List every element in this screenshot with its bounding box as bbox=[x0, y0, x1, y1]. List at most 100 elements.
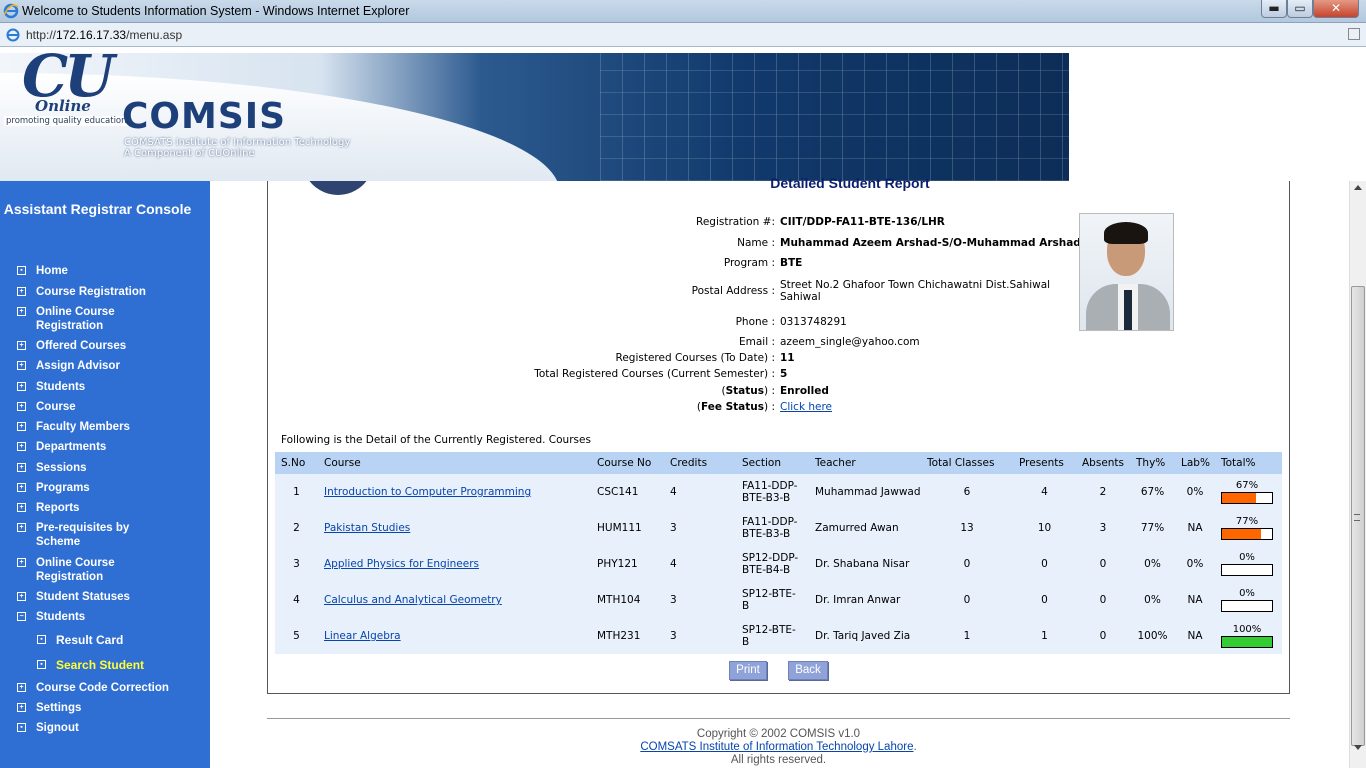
row-course: Pakistan Studies bbox=[318, 510, 591, 546]
col-header: Presents bbox=[1013, 452, 1076, 474]
sidebar-item-programs[interactable]: + Programs bbox=[17, 481, 186, 495]
scroll-up-icon[interactable] bbox=[1354, 185, 1362, 190]
item-icon: ▪ bbox=[37, 660, 46, 669]
sidebar-item-prerequisites-by-scheme[interactable]: + Pre-requisites by Scheme bbox=[17, 521, 146, 549]
row-teacher: Dr. Imran Anwar bbox=[809, 582, 921, 618]
institution-link[interactable]: COMSATS Institute of Information Technol… bbox=[640, 741, 913, 753]
sidebar-subitem-search-student[interactable]: ▪ Search Student bbox=[37, 658, 206, 672]
col-header: Total Classes bbox=[921, 452, 1013, 474]
row-presents: 10 bbox=[1013, 510, 1076, 546]
compatibility-view-icon[interactable] bbox=[1348, 28, 1360, 40]
url-text[interactable]: http://172.16.17.33/menu.asp bbox=[26, 28, 182, 42]
row-teacher: Dr. Tariq Javed Zia bbox=[809, 618, 921, 654]
course-link[interactable]: Calculus and Analytical Geometry bbox=[324, 594, 502, 606]
scroll-down-icon[interactable] bbox=[1354, 745, 1362, 750]
col-header: Credits bbox=[664, 452, 736, 474]
progress-bar bbox=[1221, 564, 1273, 576]
sidebar-item-departments[interactable]: + Departments bbox=[17, 440, 186, 454]
progress-bar bbox=[1221, 492, 1273, 504]
sidebar-item-faculty-members[interactable]: + Faculty Members bbox=[17, 420, 186, 434]
row-course-no: MTH104 bbox=[591, 582, 664, 618]
progress-bar bbox=[1221, 600, 1273, 612]
sidebar-item-course-code-correction[interactable]: + Course Code Correction bbox=[17, 681, 186, 695]
sidebar-item-settings[interactable]: + Settings bbox=[17, 701, 186, 715]
row-absents: 2 bbox=[1076, 474, 1130, 510]
total-percent-label: 0% bbox=[1239, 588, 1255, 599]
sidebar-item-student-statuses[interactable]: + Student Statuses bbox=[17, 590, 186, 604]
row-thy: 77% bbox=[1130, 510, 1175, 546]
phone-value: 0313748291 bbox=[780, 316, 847, 328]
row-serial: 4 bbox=[275, 582, 318, 618]
row-course: Calculus and Analytical Geometry bbox=[318, 582, 591, 618]
fee-status-link[interactable]: Click here bbox=[780, 401, 832, 413]
section-line: BTE-B3-B bbox=[742, 492, 791, 504]
status-label: (Status) : bbox=[721, 385, 775, 397]
sidebar-item-sessions[interactable]: + Sessions bbox=[17, 461, 186, 475]
sidebar-item-students[interactable]: + Students bbox=[17, 380, 186, 394]
course-link[interactable]: Linear Algebra bbox=[324, 630, 401, 642]
total-percent-label: 77% bbox=[1235, 516, 1259, 527]
sidebar-item-online-course-registration-2[interactable]: + Online Course Registration bbox=[17, 556, 136, 584]
report-title: Detailed Student Report bbox=[770, 175, 930, 191]
address-bar[interactable]: http://172.16.17.33/menu.asp bbox=[0, 23, 1366, 47]
minimize-button[interactable]: ▬ bbox=[1261, 0, 1287, 18]
sidebar-item-students-2[interactable]: − Students bbox=[17, 610, 186, 624]
course-link[interactable]: Pakistan Studies bbox=[324, 522, 410, 534]
table-row: 1 Introduction to Computer Programming CSC… bbox=[275, 474, 1282, 510]
expand-icon: ▪ bbox=[17, 723, 26, 732]
sidebar-item-online-course-registration[interactable]: + Online Course Registration bbox=[17, 305, 136, 333]
window-title: Welcome to Students Information System -… bbox=[22, 4, 410, 18]
table-header-row: S.No Course Course No Credits Section Te… bbox=[275, 452, 1282, 474]
section-line: FA11-DDP- bbox=[742, 516, 798, 528]
sidebar-item-home[interactable]: ▪ Home bbox=[17, 264, 186, 278]
program-value: BTE bbox=[780, 257, 803, 269]
brand-subtitle-2: A Component of CUOnline bbox=[124, 148, 255, 159]
expand-icon: + bbox=[17, 683, 26, 692]
sidebar-item-reports[interactable]: + Reports bbox=[17, 501, 186, 515]
total-progress: 0% bbox=[1221, 588, 1273, 612]
expand-icon: + bbox=[17, 307, 26, 316]
registered-to-date-value: 11 bbox=[780, 352, 795, 364]
table-row: 2 Pakistan Studies HUM111 3 FA11-DDP- BTE-B3-… bbox=[275, 510, 1282, 546]
expand-icon: + bbox=[17, 402, 26, 411]
row-credits: 3 bbox=[664, 510, 736, 546]
total-current-label: Total Registered Courses (Current Semest… bbox=[534, 368, 775, 380]
row-total: 0% bbox=[1215, 546, 1282, 582]
course-link[interactable]: Introduction to Computer Programming bbox=[324, 486, 531, 498]
expand-icon: + bbox=[17, 422, 26, 431]
email-value: azeem_single@yahoo.com bbox=[780, 336, 920, 348]
student-photo bbox=[1079, 213, 1174, 331]
print-button[interactable]: Print bbox=[729, 661, 767, 680]
total-progress: 67% bbox=[1221, 480, 1273, 504]
maximize-button[interactable]: ▭ bbox=[1287, 0, 1313, 18]
row-total: 67% bbox=[1215, 474, 1282, 510]
sidebar-item-course-registration[interactable]: + Course Registration bbox=[17, 285, 186, 299]
name-value: Muhammad Azeem Arshad-S/O-Muhammad Arsha… bbox=[780, 237, 1081, 249]
sidebar-item-signout[interactable]: ▪ Signout bbox=[17, 721, 186, 735]
sidebar-item-assign-advisor[interactable]: + Assign Advisor bbox=[17, 359, 186, 373]
row-thy: 100% bbox=[1130, 618, 1175, 654]
sidebar-subitem-result-card[interactable]: ▪ Result Card bbox=[37, 633, 206, 647]
close-window-button[interactable]: ✕ bbox=[1313, 0, 1359, 18]
sidebar-item-offered-courses[interactable]: + Offered Courses bbox=[17, 339, 186, 353]
institution-seal bbox=[302, 181, 374, 195]
row-course: Linear Algebra bbox=[318, 618, 591, 654]
expand-icon: + bbox=[17, 463, 26, 472]
row-serial: 1 bbox=[275, 474, 318, 510]
sidebar-item-course[interactable]: + Course bbox=[17, 400, 186, 414]
section-line: B bbox=[742, 600, 750, 612]
item-icon: ▪ bbox=[37, 635, 46, 644]
minimize-icon: ▬ bbox=[1268, 1, 1280, 15]
section-line: B bbox=[742, 636, 750, 648]
back-button[interactable]: Back bbox=[788, 661, 828, 680]
course-link[interactable]: Applied Physics for Engineers bbox=[324, 558, 479, 570]
section-line: BTE-B4-B bbox=[742, 564, 791, 576]
row-lab: NA bbox=[1175, 618, 1215, 654]
row-total: 77% bbox=[1215, 510, 1282, 546]
address-value-line2: Sahiwal bbox=[780, 291, 821, 303]
row-serial: 5 bbox=[275, 618, 318, 654]
col-header: Lab% bbox=[1175, 452, 1215, 474]
vertical-scrollbar[interactable] bbox=[1349, 181, 1366, 768]
row-total-classes: 6 bbox=[921, 474, 1013, 510]
cu-logo-online: Online bbox=[35, 97, 91, 115]
